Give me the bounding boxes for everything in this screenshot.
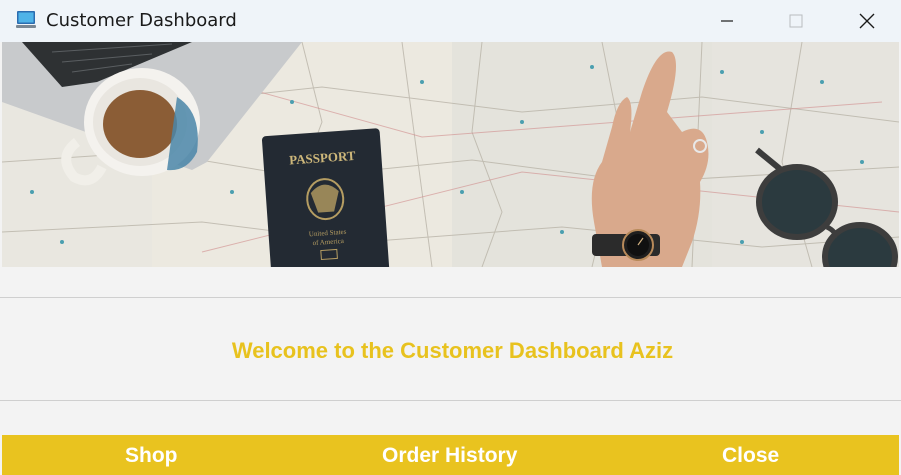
maximize-button[interactable] — [773, 0, 819, 42]
travel-map-photo: PASSPORT United States of America — [2, 42, 899, 267]
footer-nav: Shop Order History Close — [2, 435, 899, 475]
window-title: Customer Dashboard — [46, 10, 237, 31]
welcome-message: Welcome to the Customer Dashboard Aziz — [231, 338, 674, 363]
close-button[interactable]: Close — [722, 443, 779, 469]
minimize-icon — [721, 20, 733, 22]
order-history-button[interactable]: Order History — [382, 443, 517, 469]
shop-button[interactable]: Shop — [125, 443, 178, 469]
close-window-button[interactable] — [844, 0, 890, 42]
maximize-icon — [789, 14, 803, 28]
title-bar: Customer Dashboard — [0, 0, 901, 42]
close-icon — [859, 13, 875, 29]
computer-icon — [16, 11, 36, 28]
banner-image: PASSPORT United States of America — [2, 42, 899, 267]
minimize-button[interactable] — [704, 0, 750, 42]
divider-bottom — [0, 400, 901, 401]
divider-top — [0, 297, 901, 298]
